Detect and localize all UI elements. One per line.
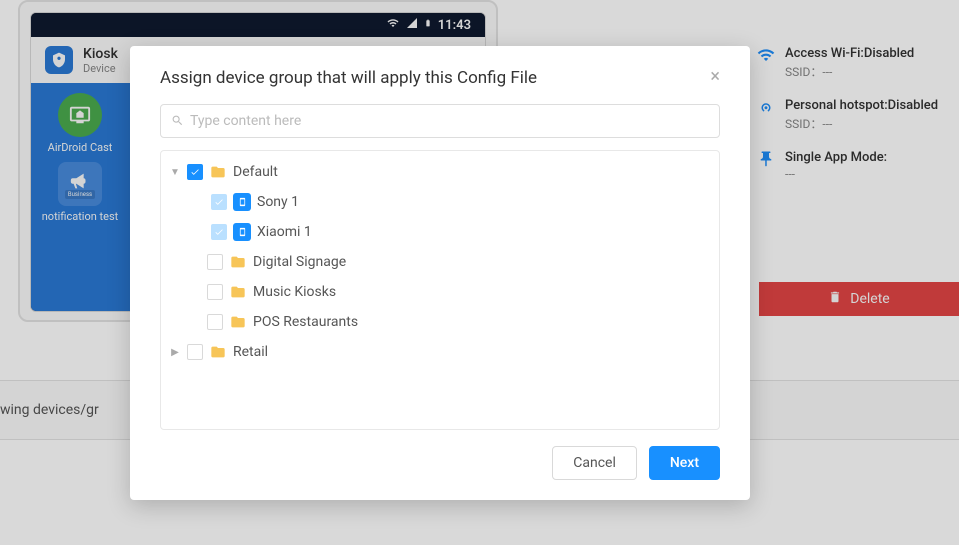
tree-label: Default [233, 164, 278, 180]
tree-node-sony[interactable]: Sony 1 [161, 187, 719, 217]
modal-title: Assign device group that will apply this… [160, 68, 537, 88]
tree-label: Music Kiosks [253, 284, 336, 300]
checkbox[interactable] [187, 344, 203, 360]
tree-node-digital-signage[interactable]: Digital Signage [161, 247, 719, 277]
modal-header: Assign device group that will apply this… [130, 46, 750, 104]
tree-container: ▼ Default Sony 1 Xiaomi 1 Digital Signag… [160, 150, 720, 430]
folder-icon [229, 254, 247, 270]
search-icon [171, 112, 184, 131]
search-input[interactable] [190, 113, 709, 129]
checkbox[interactable] [211, 194, 227, 210]
tree-label: Digital Signage [253, 254, 346, 270]
close-icon[interactable]: × [710, 68, 720, 86]
tree-label: Retail [233, 344, 268, 360]
next-button[interactable]: Next [649, 446, 720, 480]
cancel-button[interactable]: Cancel [552, 446, 637, 480]
checkbox[interactable] [207, 254, 223, 270]
tree-label: POS Restaurants [253, 314, 358, 330]
tree-node-music-kiosks[interactable]: Music Kiosks [161, 277, 719, 307]
folder-icon [209, 344, 227, 360]
folder-icon [229, 314, 247, 330]
folder-icon [209, 164, 227, 180]
modal-footer: Cancel Next [130, 430, 750, 490]
assign-group-modal: Assign device group that will apply this… [130, 46, 750, 500]
device-icon [233, 223, 251, 241]
device-icon [233, 193, 251, 211]
checkbox[interactable] [207, 314, 223, 330]
tree-node-retail[interactable]: ▶ Retail [161, 337, 719, 367]
tree-node-pos-restaurants[interactable]: POS Restaurants [161, 307, 719, 337]
checkbox[interactable] [207, 284, 223, 300]
tree-node-default[interactable]: ▼ Default [161, 157, 719, 187]
caret-right-icon[interactable]: ▶ [169, 347, 181, 358]
tree-label: Xiaomi 1 [257, 224, 312, 240]
search-box[interactable] [160, 104, 720, 138]
checkbox[interactable] [211, 224, 227, 240]
tree-node-xiaomi[interactable]: Xiaomi 1 [161, 217, 719, 247]
tree-label: Sony 1 [257, 194, 299, 210]
folder-icon [229, 284, 247, 300]
checkbox[interactable] [187, 164, 203, 180]
caret-down-icon[interactable]: ▼ [169, 167, 181, 178]
